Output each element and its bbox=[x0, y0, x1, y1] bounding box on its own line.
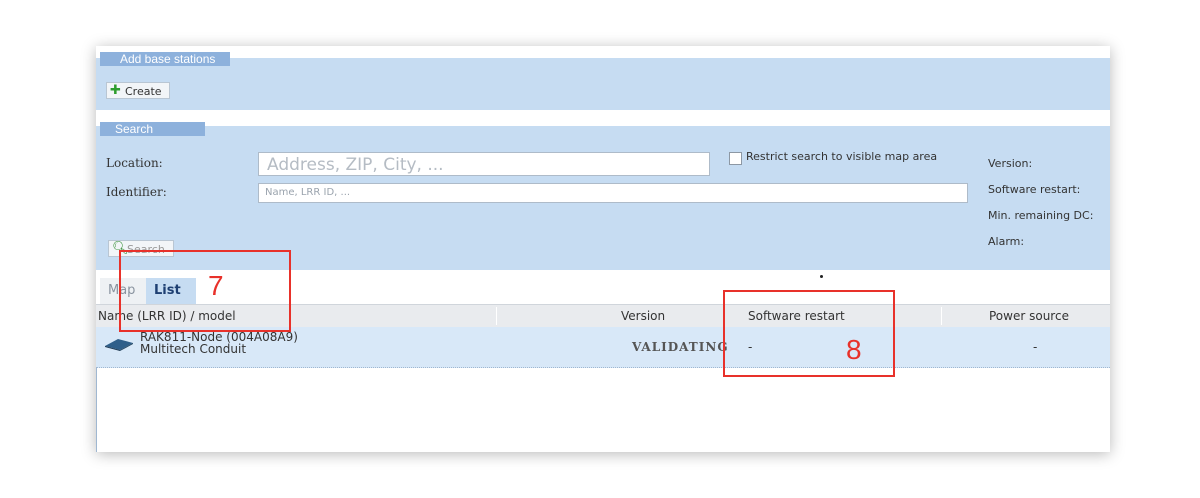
restrict-search-checkbox[interactable] bbox=[729, 152, 742, 165]
create-button[interactable]: ✚ Create bbox=[106, 82, 170, 99]
annotation-box-software-restart bbox=[723, 290, 895, 377]
annotation-number-7: 7 bbox=[208, 270, 224, 301]
software-restart-filter-label: Software restart: bbox=[988, 183, 1081, 196]
identifier-input[interactable]: Name, LRR ID, ... bbox=[258, 183, 968, 203]
column-divider bbox=[496, 307, 497, 325]
column-header-power-source[interactable]: Power source bbox=[989, 305, 1069, 327]
table-row[interactable]: RAK811-Node (004A08A9) Multitech Conduit… bbox=[96, 327, 1110, 368]
annotation-number-8: 8 bbox=[846, 334, 862, 365]
add-base-stations-section bbox=[96, 58, 1110, 110]
device-model: Multitech Conduit bbox=[140, 342, 247, 356]
alarm-filter-label: Alarm: bbox=[988, 235, 1025, 248]
stray-dot bbox=[820, 275, 823, 278]
location-label: Location: bbox=[106, 156, 163, 170]
table-left-border bbox=[96, 367, 97, 452]
plus-icon: ✚ bbox=[110, 83, 121, 98]
base-station-icon bbox=[105, 339, 133, 351]
device-power-source: - bbox=[1033, 340, 1038, 354]
device-version: VALIDATING bbox=[632, 340, 729, 354]
min-remaining-dc-filter-label: Min. remaining DC: bbox=[988, 209, 1094, 222]
identifier-label: Identifier: bbox=[106, 185, 167, 199]
version-filter-label: Version: bbox=[988, 157, 1033, 170]
create-button-label: Create bbox=[125, 85, 162, 98]
column-header-version[interactable]: Version bbox=[621, 305, 665, 327]
annotation-box-tabs bbox=[119, 250, 291, 332]
column-divider bbox=[941, 307, 942, 325]
base-stations-panel: Add base stations ✚ Create Search Locati… bbox=[96, 46, 1110, 452]
add-base-stations-legend: Add base stations bbox=[100, 52, 230, 66]
location-input[interactable]: Address, ZIP, City, ... bbox=[258, 152, 710, 176]
search-legend: Search bbox=[100, 122, 205, 136]
restrict-search-label: Restrict search to visible map area bbox=[746, 150, 938, 163]
